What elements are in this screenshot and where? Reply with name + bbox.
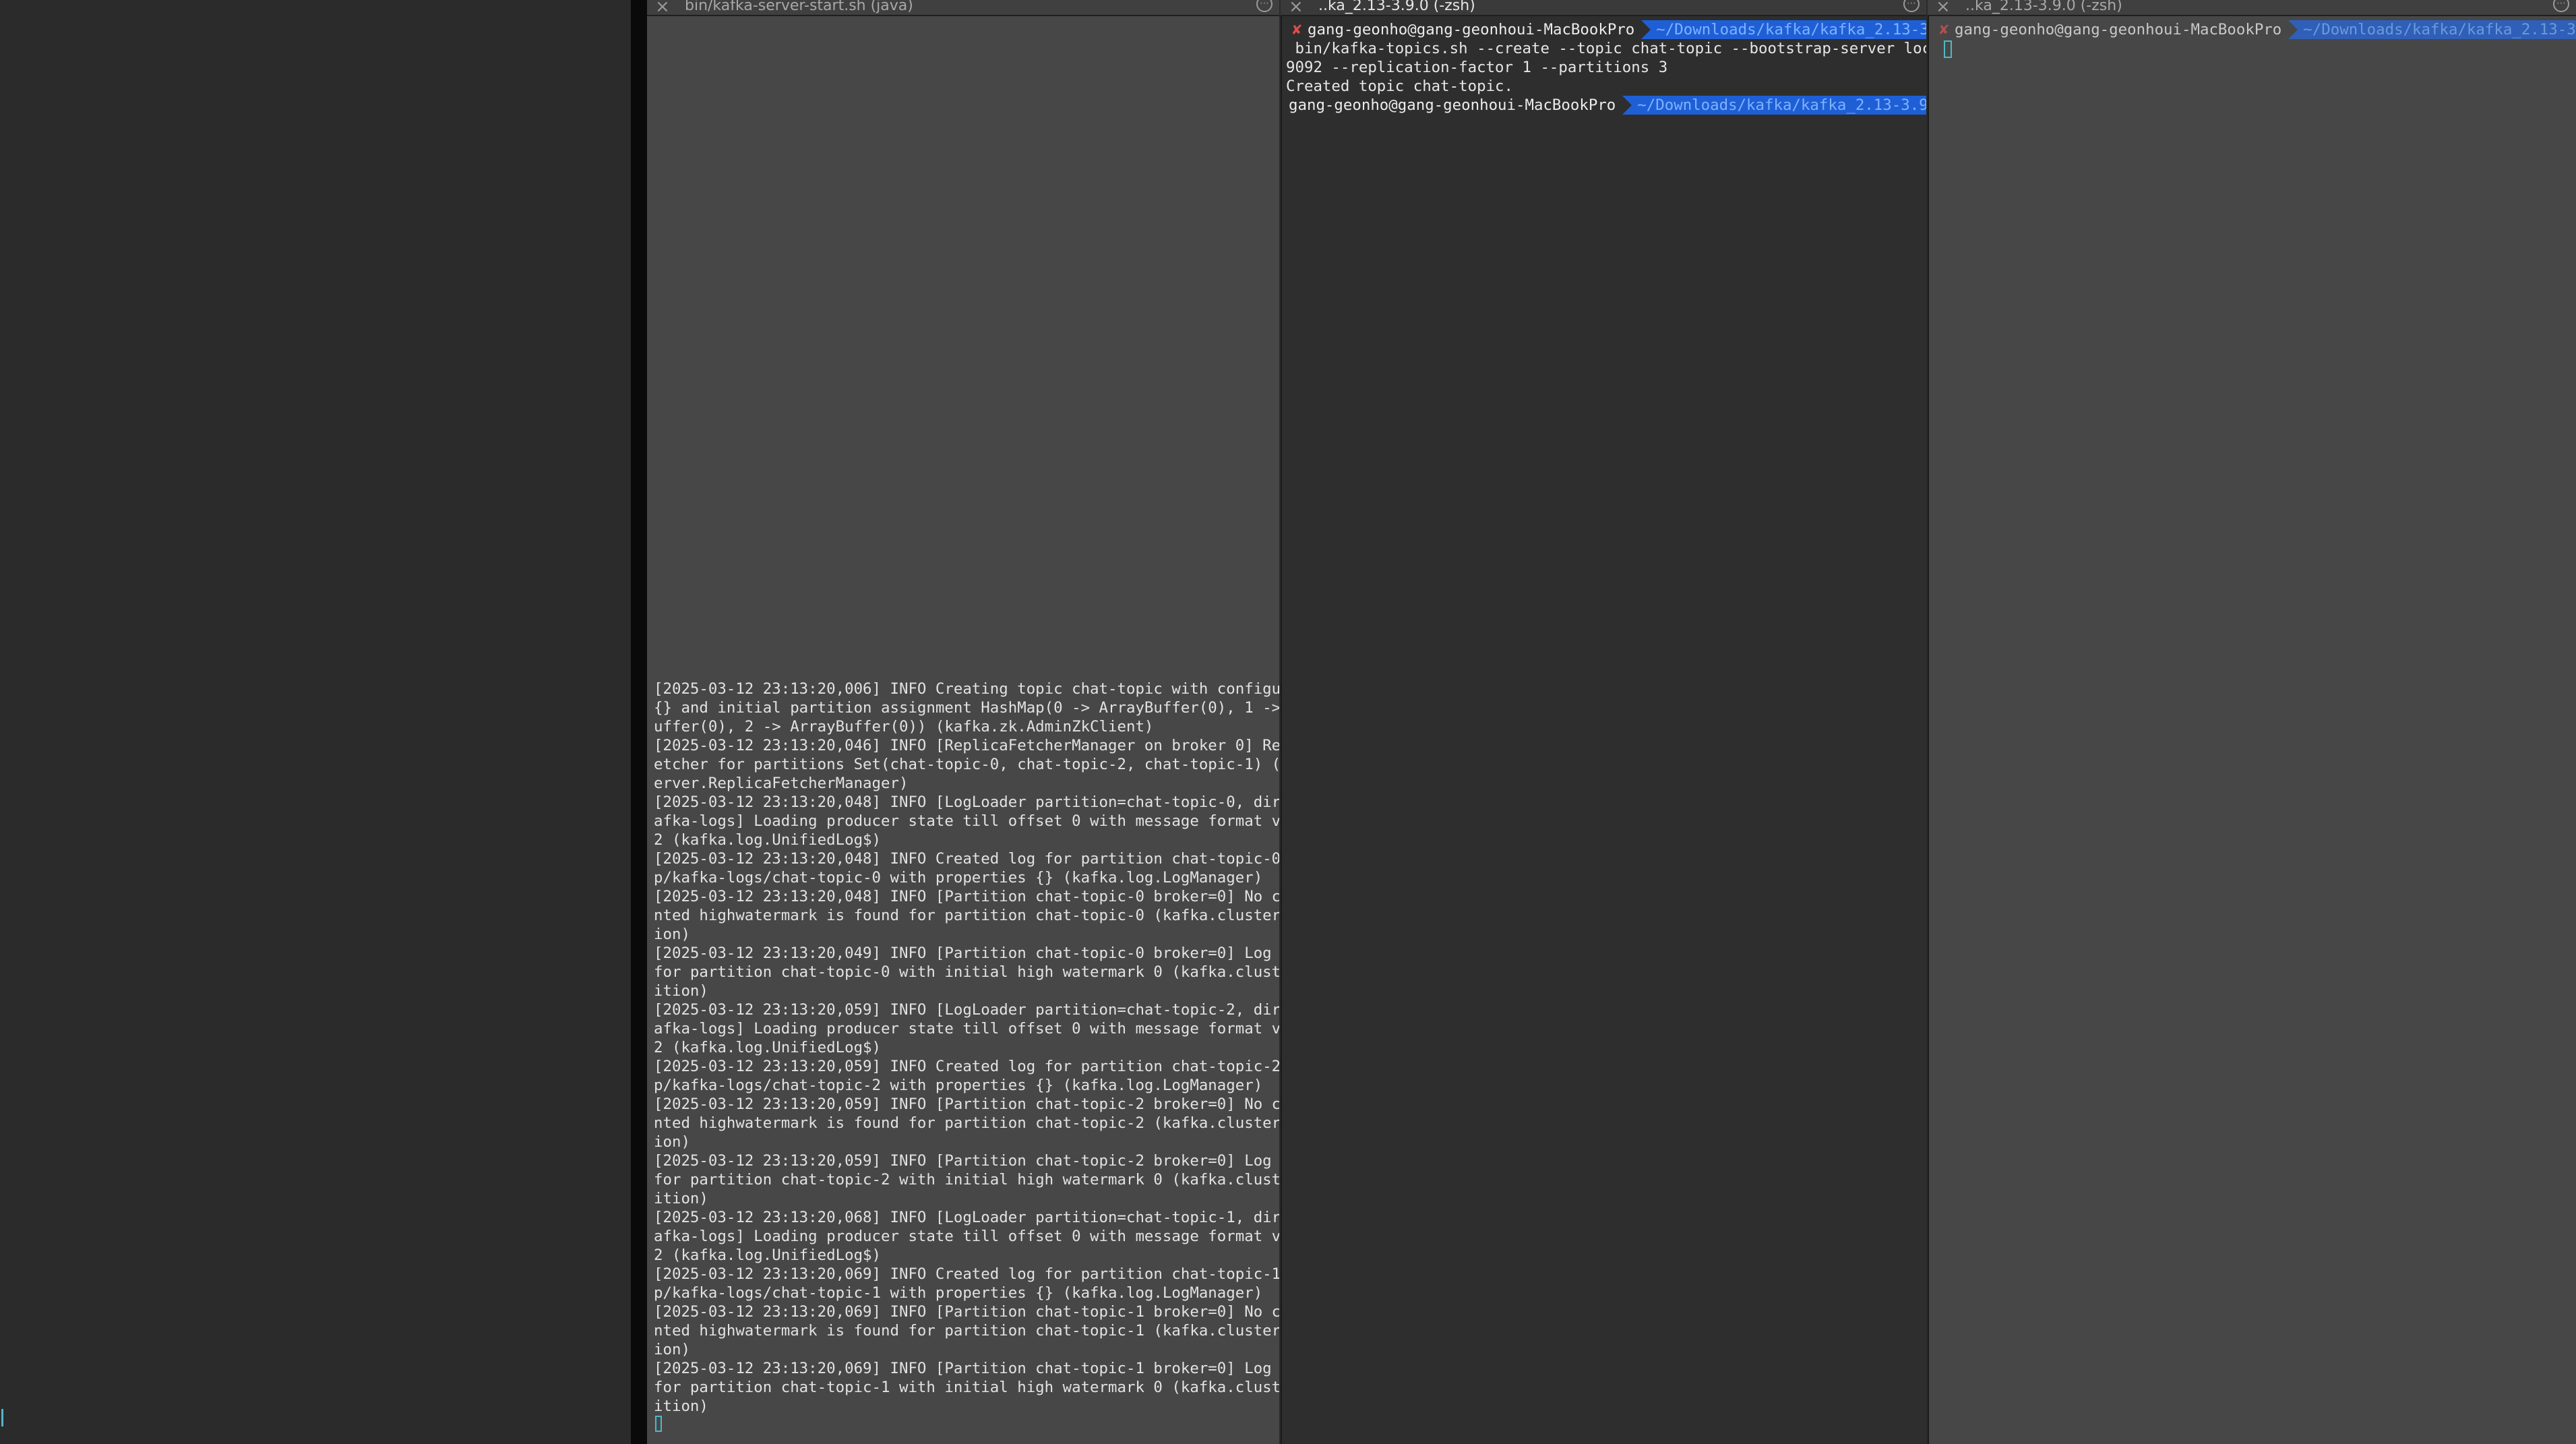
server-log-output: [2025-03-12 23:13:20,006] INFO Creating … (654, 680, 1279, 1416)
log-line: etcher for partitions Set(chat-topic-0, … (654, 756, 1279, 773)
tab-title[interactable]: ..ka_2.13-3.9.0 (-zsh) (1965, 0, 2122, 15)
pane-divider[interactable] (631, 0, 1272, 1444)
log-line: uffer(0), 2 -> ArrayBuffer(0)) (kafka.zk… (654, 718, 1154, 735)
prompt-separator-icon (2288, 20, 2298, 39)
more-options-icon[interactable]: ⋯ (1256, 0, 1272, 12)
more-options-icon[interactable]: ⋯ (1903, 0, 1920, 12)
terminal-cursor (1944, 40, 1952, 58)
tab-title[interactable]: ..ka_2.13-3.9.0 (-zsh) (1318, 0, 1475, 15)
prompt-user-host: gang-geonho@gang-geonhoui-MacBookPro (1286, 96, 1623, 115)
log-line: [2025-03-12 23:13:20,059] INFO [LogLoade… (654, 1001, 1279, 1019)
close-icon[interactable]: × (1289, 0, 1304, 16)
log-line: ion) (654, 1341, 690, 1358)
log-line: [2025-03-12 23:13:20,059] INFO Created l… (654, 1058, 1279, 1075)
log-line: ion) (654, 926, 690, 943)
log-line: afka-logs] Loading producer state till o… (654, 812, 1279, 830)
tab-kafka-server[interactable]: × bin/kafka-server-start.sh (java) ⋯ (647, 0, 1279, 16)
error-status-icon: ✘ (1938, 22, 1950, 38)
prompt-separator-icon (1622, 96, 1632, 115)
log-line: nted highwatermark is found for partitio… (654, 1322, 1279, 1340)
log-line: {} and initial partition assignment Hash… (654, 699, 1279, 717)
prompt-separator-icon (1641, 20, 1651, 39)
command-line-continued: 9092 --replication-factor 1 --partitions… (1286, 59, 1668, 76)
more-options-icon[interactable]: ⋯ (2553, 0, 2569, 12)
log-line: for partition chat-topic-1 with initial … (654, 1379, 1279, 1396)
terminal-pane-idle[interactable]: × ..ka_2.13-3.9.0 (-zsh) ⋯ ✘ gang-geonho… (1928, 0, 2576, 1444)
log-line: p/kafka-logs/chat-topic-0 with propertie… (654, 869, 1263, 886)
terminal-pane-kafka-server[interactable]: × bin/kafka-server-start.sh (java) ⋯ [20… (647, 0, 1279, 1444)
shell-prompt[interactable]: ✘ gang-geonho@gang-geonhoui-MacBookPro ~… (1936, 20, 2576, 39)
prompt-user-host: gang-geonho@gang-geonhoui-MacBookPro (1952, 20, 2289, 39)
log-line: 2 (kafka.log.UnifiedLog$) (654, 1246, 882, 1264)
log-line: nted highwatermark is found for partitio… (654, 907, 1279, 924)
command-line: bin/kafka-topics.sh --create --topic cha… (1286, 40, 1926, 57)
left-empty-area (0, 0, 631, 1444)
log-line: [2025-03-12 23:13:20,068] INFO [LogLoade… (654, 1209, 1279, 1226)
log-line: for partition chat-topic-2 with initial … (654, 1171, 1279, 1189)
prompt-path: ~/Downloads/kafka/kafka_2.13-3.9.0 (1632, 96, 1926, 115)
log-line: for partition chat-topic-0 with initial … (654, 963, 1279, 981)
log-line: afka-logs] Loading producer state till o… (654, 1020, 1279, 1037)
shell-prompt: ✘ gang-geonho@gang-geonhoui-MacBookPro ~… (1289, 20, 1926, 39)
log-line: [2025-03-12 23:13:20,046] INFO [ReplicaF… (654, 737, 1279, 754)
close-icon[interactable]: × (1936, 0, 1951, 16)
prompt-user-host: gang-geonho@gang-geonhoui-MacBookPro (1305, 20, 1642, 39)
log-line: erver.ReplicaFetcherManager) (654, 775, 909, 792)
log-line: ion) (654, 1133, 690, 1151)
log-line: [2025-03-12 23:13:20,048] INFO [Partitio… (654, 888, 1279, 905)
log-line: 2 (kafka.log.UnifiedLog$) (654, 831, 882, 849)
terminal-pane-topic-create[interactable]: × ..ka_2.13-3.9.0 (-zsh) ⋯ ✘ gang-geonho… (1281, 0, 1926, 1444)
close-icon[interactable]: × (655, 0, 670, 16)
tab-zsh-1[interactable]: × ..ka_2.13-3.9.0 (-zsh) ⋯ (1281, 0, 1926, 16)
log-line: ition) (654, 1190, 708, 1207)
command-output: Created topic chat-topic. (1286, 78, 1514, 95)
tab-title[interactable]: bin/kafka-server-start.sh (java) (685, 0, 913, 15)
log-line: [2025-03-12 23:13:20,059] INFO [Partitio… (654, 1095, 1279, 1113)
log-line: [2025-03-12 23:13:20,069] INFO [Partitio… (654, 1303, 1279, 1321)
log-line: afka-logs] Loading producer state till o… (654, 1228, 1279, 1245)
error-status-icon: ✘ (1291, 22, 1303, 38)
prompt-path: ~/Downloads/kafka/kafka_2.13-3.9.0 (2298, 20, 2576, 39)
log-line: ition) (654, 1397, 708, 1415)
log-line: [2025-03-12 23:13:20,069] INFO Created l… (654, 1265, 1279, 1283)
log-line: 2 (kafka.log.UnifiedLog$) (654, 1039, 882, 1056)
log-line: [2025-03-12 23:13:20,048] INFO Created l… (654, 850, 1279, 868)
left-cursor-marker (1, 1409, 3, 1426)
tab-zsh-2[interactable]: × ..ka_2.13-3.9.0 (-zsh) ⋯ (1928, 0, 2576, 16)
log-line: nted highwatermark is found for partitio… (654, 1114, 1279, 1132)
log-line: [2025-03-12 23:13:20,048] INFO [LogLoade… (654, 793, 1279, 811)
log-line: [2025-03-12 23:13:20,069] INFO [Partitio… (654, 1360, 1279, 1377)
prompt-path: ~/Downloads/kafka/kafka_2.13-3.9.0 (1651, 20, 1926, 39)
log-line: p/kafka-logs/chat-topic-1 with propertie… (654, 1284, 1263, 1302)
log-line: [2025-03-12 23:13:20,049] INFO [Partitio… (654, 944, 1279, 962)
log-line: [2025-03-12 23:13:20,006] INFO Creating … (654, 680, 1279, 698)
shell-prompt-current[interactable]: gang-geonho@gang-geonhoui-MacBookPro ~/D… (1286, 96, 1926, 115)
log-line: ition) (654, 982, 708, 1000)
log-line: p/kafka-logs/chat-topic-2 with propertie… (654, 1077, 1263, 1094)
log-line: [2025-03-12 23:13:20,059] INFO [Partitio… (654, 1152, 1279, 1170)
terminal-cursor (655, 1416, 662, 1432)
